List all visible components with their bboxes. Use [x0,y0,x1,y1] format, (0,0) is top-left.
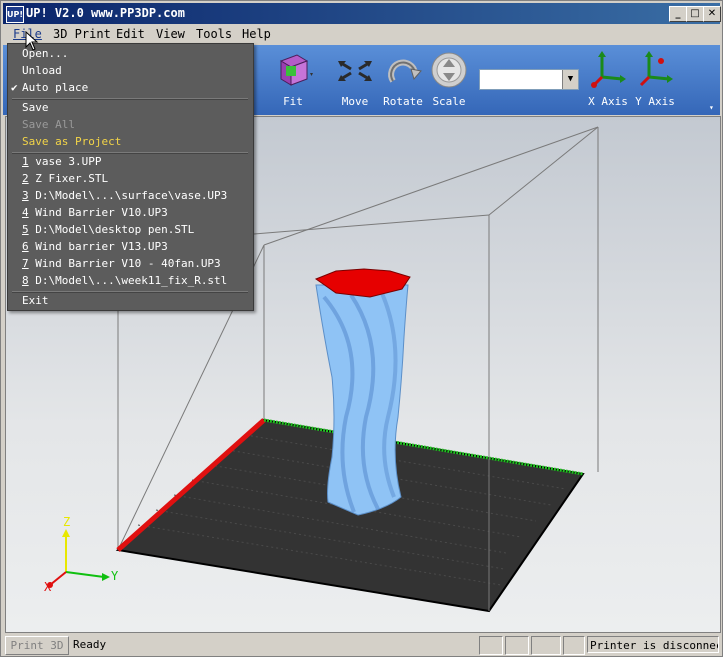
recent-file[interactable]: 5 D:\Model\desktop pen.STL [22,223,194,236]
menu-help[interactable]: Help [242,27,271,41]
fit-label: Fit [283,95,303,108]
fit-button[interactable]: Fit [265,51,321,108]
recent-file[interactable]: 6 Wind barrier V13.UP3 [22,240,168,253]
menu-3d-print[interactable]: 3D Print [53,27,111,41]
vase-model [314,268,411,516]
menu-edit[interactable]: Edit [116,27,145,41]
recent-file[interactable]: 4 Wind Barrier V10.UP3 [22,206,168,219]
rotate-icon [388,59,422,83]
main-window: UP! UP! V2.0 www.PP3DP.com _ □ ✕ File 3D… [0,0,723,657]
recent-file[interactable]: 2 Z Fixer.STL [22,172,108,185]
y-axis-icon [639,51,673,87]
recent-file-name: Z Fixer.STL [35,172,109,185]
menu-separator [12,98,248,100]
z-axis-label: Z [63,515,71,529]
recent-file-number: 5 [22,223,29,236]
fit-icon [279,54,313,86]
status-cell [479,636,503,655]
axes-indicator [47,529,110,588]
menu-bar: File 3D Print Edit View Tools Help [3,25,720,44]
scale-icon [431,52,467,88]
menu-save-all: Save All [22,118,75,131]
printer-status: Printer is disconnected [587,636,719,653]
recent-file-number: 1 [22,155,29,168]
recent-file-name: Wind barrier V13.UP3 [35,240,168,253]
x-axis-indicator-label: X [44,580,52,594]
y-axis-label: Y Axis [635,95,675,108]
app-icon: UP! [6,6,24,23]
file-menu: Open... Unload ✔ Auto place Save Save Al… [7,43,254,311]
scale-label: Scale [432,95,466,108]
recent-file-number: 6 [22,240,29,253]
recent-file-name: vase 3.UPP [35,155,102,168]
y-axis-indicator-label: Y [111,569,119,583]
menu-separator [12,152,248,154]
menu-exit[interactable]: Exit [22,294,49,307]
check-icon: ✔ [11,81,18,94]
recent-file[interactable]: 1 vase 3.UPP [22,155,101,168]
print-3d-button[interactable]: Print 3D [5,636,69,655]
recent-file[interactable]: 8 D:\Model\...\week11_fix_R.stl [22,274,227,287]
menu-tools[interactable]: Tools [196,27,232,41]
status-cell [505,636,529,655]
recent-file-name: Wind Barrier V10.UP3 [35,206,168,219]
recent-file-number: 2 [22,172,29,185]
menu-save[interactable]: Save [22,101,49,114]
move-icon [338,61,372,81]
title-bar[interactable]: UP! UP! V2.0 www.PP3DP.com _ □ ✕ [3,3,721,24]
recent-file-number: 7 [22,257,29,270]
status-bar: Print 3D Ready Printer is disconnected [3,634,720,656]
x-axis-icon [591,51,626,88]
menu-auto-place[interactable]: Auto place [22,81,88,94]
status-cell [563,636,585,655]
recent-file-number: 8 [22,274,29,287]
recent-file[interactable]: 3 D:\Model\...\surface\vase.UP3 [22,189,227,202]
recent-file-name: D:\Model\...\week11_fix_R.stl [35,274,228,287]
mouse-cursor-icon [25,31,39,51]
recent-file-number: 4 [22,206,29,219]
combo-arrow-icon[interactable]: ▼ [562,70,578,89]
recent-file-name: Wind Barrier V10 - 40fan.UP3 [35,257,221,270]
recent-file-number: 3 [22,189,29,202]
menu-save-as-project[interactable]: Save as Project [22,135,121,148]
recent-file[interactable]: 7 Wind Barrier V10 - 40fan.UP3 [22,257,221,270]
maximize-button[interactable]: □ [686,6,704,22]
minimize-button[interactable]: _ [669,6,687,22]
status-text: Ready [73,638,107,651]
menu-unload[interactable]: Unload [22,64,62,77]
status-cell [531,636,561,655]
toolbar-overflow-icon[interactable]: ▾ [709,103,714,112]
recent-file-name: D:\Model\...\surface\vase.UP3 [35,189,228,202]
scale-button[interactable]: Scale [421,51,477,108]
view-combo[interactable]: ▼ [479,69,579,90]
menu-view[interactable]: View [156,27,185,41]
window-title: UP! V2.0 www.PP3DP.com [26,6,185,20]
close-button[interactable]: ✕ [703,6,721,22]
recent-file-name: D:\Model\desktop pen.STL [35,223,195,236]
menu-separator [12,291,248,293]
y-axis-button[interactable]: Y Axis [627,51,683,108]
